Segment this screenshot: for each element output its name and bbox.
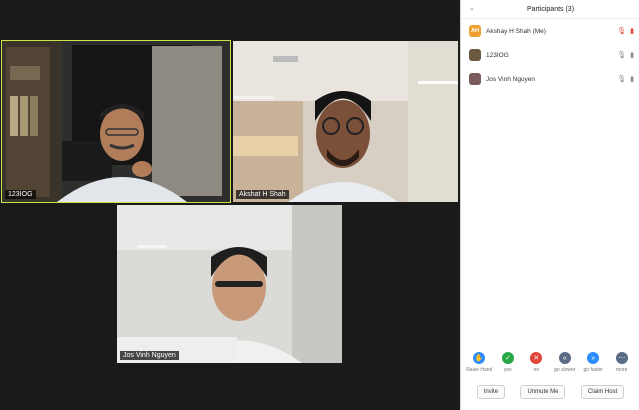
participant-video [233,41,458,202]
go-slower-icon: « [558,352,571,364]
claim-host-button[interactable]: Claim Host [580,385,625,399]
avatar: AH [469,25,481,37]
participants-header: ⌄ Participants (3) [461,0,639,19]
participants-title: Participants (3) [526,5,575,13]
reaction-label: no [533,367,540,373]
yes-button[interactable]: ✓ yes [495,352,521,373]
more-icon: ⋯ [615,352,628,364]
participant-name-label: Akshat H Shah [236,190,289,199]
more-button[interactable]: ⋯ more [609,352,635,373]
go-faster-button[interactable]: » go faster [580,352,606,373]
video-icon: ▮ [630,52,634,59]
reaction-label: yes [503,367,512,373]
unmute-me-button[interactable]: Unmute Me [520,385,566,399]
nonverbal-feedback-bar: ✋ Raise Hand ✓ yes ✕ no « go slower » go… [461,352,639,373]
participant-name-label: 123IOG [5,190,36,199]
invite-button[interactable]: Invite [476,385,506,399]
participant-row[interactable]: Jos Vinh Nguyen 🎙 ▮ [461,67,639,91]
no-icon: ✕ [530,352,543,364]
participants-panel: ⌄ Participants (3) AH Akshay H Shah (Me)… [460,0,639,410]
participant-name: Jos Vinh Nguyen [486,75,536,83]
go-slower-button[interactable]: « go slower [552,352,578,373]
participant-video [117,205,342,363]
participant-video [2,41,230,202]
mic-icon: 🎙 [617,76,627,83]
participants-actions: Invite Unmute Me Claim Host [461,385,639,399]
participant-row[interactable]: 123IOG 🎙 ▮ [461,43,639,67]
video-tile-123iog[interactable]: 123IOG [1,40,231,203]
reaction-label: go faster [583,367,603,373]
avatar [469,49,481,61]
video-gallery: 123IOG Akshat H Shah Jos Vinh Nguyen [0,0,459,410]
mic-icon: 🎙 [617,52,627,59]
participant-row[interactable]: AH Akshay H Shah (Me) 🎙 ▮ [461,19,639,43]
video-off-icon: ▮ [630,28,634,35]
participant-list: AH Akshay H Shah (Me) 🎙 ▮ 123IOG 🎙 ▮ Jos… [461,19,639,91]
mic-muted-icon: 🎙 [617,28,627,35]
reaction-label: Raise Hand [466,367,493,373]
video-tile-akshat[interactable]: Akshat H Shah [233,41,458,202]
raise-hand-icon: ✋ [473,352,486,364]
video-tile-jos-vinh-nguyen[interactable]: Jos Vinh Nguyen [117,205,342,363]
avatar [469,73,481,85]
go-faster-icon: » [587,352,600,364]
participant-name-label: Jos Vinh Nguyen [120,351,179,360]
participant-name: 123IOG [486,51,509,59]
participant-name: Akshay H Shah (Me) [486,27,546,35]
video-icon: ▮ [630,76,634,83]
no-button[interactable]: ✕ no [523,352,549,373]
raise-hand-button[interactable]: ✋ Raise Hand [466,352,492,373]
chevron-down-icon[interactable]: ⌄ [469,4,475,12]
reaction-label: more [616,367,628,373]
yes-icon: ✓ [501,352,514,364]
reaction-label: go slower [554,367,576,373]
